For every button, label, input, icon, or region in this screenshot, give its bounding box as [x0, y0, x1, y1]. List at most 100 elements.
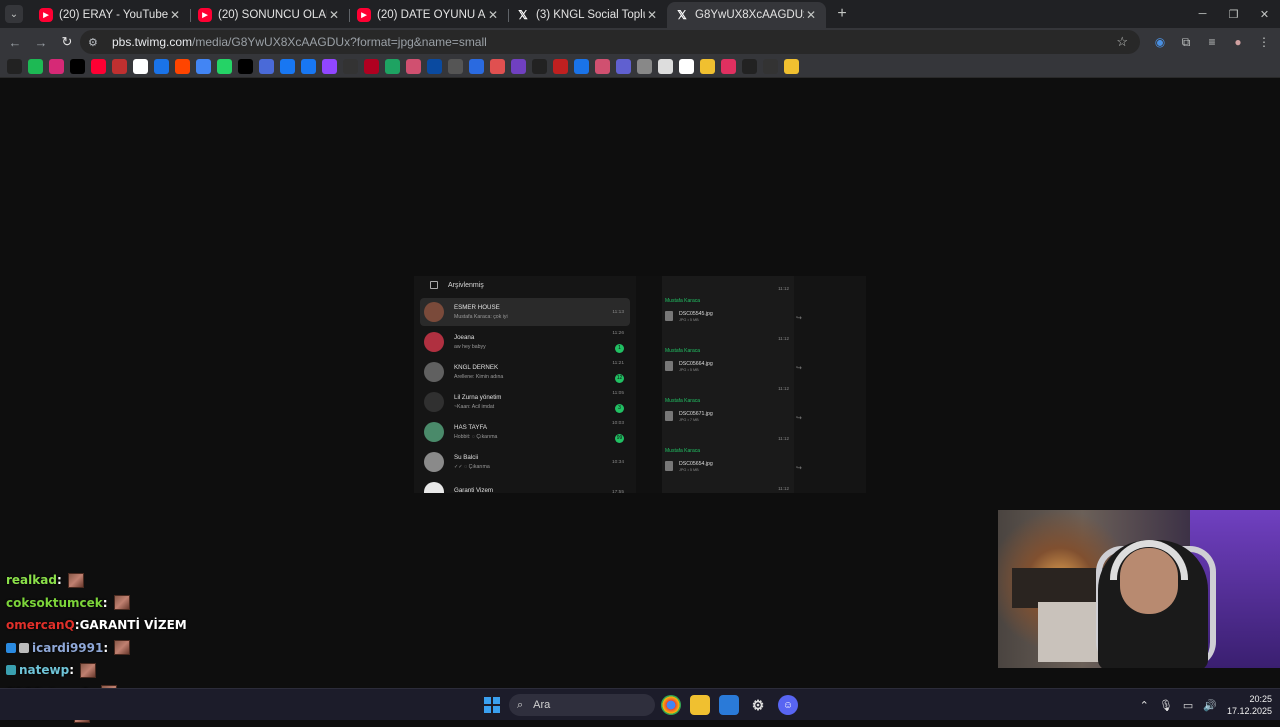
chrome-taskbar-icon[interactable]	[661, 695, 681, 715]
bookmark-icon[interactable]	[154, 59, 169, 74]
bookmark-icon[interactable]	[133, 59, 148, 74]
bookmark-icon[interactable]	[637, 59, 652, 74]
bookmark-icon[interactable]	[406, 59, 421, 74]
tab-1[interactable]: ▶ (20) ERAY - YouTube ✕	[31, 2, 190, 28]
forward-icon: ↪	[796, 465, 802, 472]
back-button[interactable]: ←	[3, 30, 27, 54]
bookmark-icon[interactable]	[448, 59, 463, 74]
bookmark-icon[interactable]	[259, 59, 274, 74]
close-tab-icon[interactable]: ✕	[804, 8, 818, 22]
close-tab-icon[interactable]: ✕	[168, 8, 182, 22]
tab-4[interactable]: 𝕏 (3) KNGL Social Topluluk / X✕	[508, 2, 667, 28]
file-icon	[665, 411, 673, 421]
taskbar-search[interactable]: ⌕ Ara	[509, 694, 655, 716]
site-info-icon[interactable]: ⚙	[88, 36, 102, 49]
profile-avatar[interactable]: ●	[1228, 30, 1248, 54]
bookmark-icon[interactable]	[91, 59, 106, 74]
bookmark-icon[interactable]	[238, 59, 253, 74]
bookmark-icon[interactable]	[721, 59, 736, 74]
forward-icon: ↪	[796, 365, 802, 372]
monitor-icon[interactable]: ▭	[1183, 699, 1193, 712]
x-icon: 𝕏	[518, 8, 528, 22]
photos-taskbar-icon[interactable]	[719, 695, 739, 715]
bookmark-icon[interactable]	[700, 59, 715, 74]
bookmark-icon[interactable]	[658, 59, 673, 74]
file-message: Mustafa Karaca DSC05671.jpg JPG • 7 MB 11:1…	[665, 398, 791, 441]
bookmark-icon[interactable]	[490, 59, 505, 74]
avatar	[424, 362, 444, 382]
close-tab-icon[interactable]: ✕	[645, 8, 659, 22]
address-bar[interactable]: ⚙ pbs.twimg.com/media/G8YwUX8XcAAGDUx?fo…	[80, 30, 1140, 54]
start-button[interactable]	[484, 697, 500, 713]
volume-icon[interactable]: 🔊	[1203, 699, 1217, 712]
bookmark-icon[interactable]	[679, 59, 694, 74]
bookmark-icon[interactable]	[217, 59, 232, 74]
microphone-icon[interactable]: 🎙	[1159, 699, 1173, 712]
message-time: 11:12	[778, 486, 789, 491]
chat-username: coksoktumcek	[6, 595, 103, 610]
bookmark-star-icon[interactable]: ☆	[1116, 34, 1128, 50]
new-tab-button[interactable]: +	[830, 5, 854, 23]
bookmark-icon[interactable]	[322, 59, 337, 74]
bookmark-icon[interactable]	[28, 59, 43, 74]
bookmark-icon[interactable]	[385, 59, 400, 74]
chat-name: Garanti Vizem	[454, 487, 494, 493]
bookmark-icon[interactable]	[364, 59, 379, 74]
bookmark-icon[interactable]	[532, 59, 547, 74]
bookmark-icon[interactable]	[175, 59, 190, 74]
more-menu-icon[interactable]: ⋮	[1254, 30, 1274, 54]
bookmark-icon[interactable]	[49, 59, 64, 74]
maximize-button[interactable]: ❐	[1218, 0, 1249, 28]
bookmark-icon[interactable]	[616, 59, 631, 74]
bookmark-icon[interactable]	[595, 59, 610, 74]
media-controls-icon[interactable]: ≡	[1202, 30, 1222, 54]
minimize-button[interactable]: ─	[1187, 0, 1218, 28]
tab-5[interactable]: 𝕏 G8YwUX8XcAAGDUx (680×326)✕	[667, 2, 826, 28]
file-message: Mustafa Karaca DSC05654.jpg JPG • 5 MB 11:1…	[665, 448, 791, 491]
tab-title: (20) ERAY - YouTube	[59, 9, 168, 21]
steam-taskbar-icon[interactable]: ⚙	[748, 695, 768, 715]
tab-2[interactable]: ▶ (20) SONUNCU OLAN İĞRENÇ✕	[190, 2, 349, 28]
unread-badge: 1	[615, 343, 624, 353]
bookmark-icon[interactable]	[469, 59, 484, 74]
bookmark-icon[interactable]	[112, 59, 127, 74]
tab-3[interactable]: ▶ (20) DATE OYUNU AMA GÖZ T✕	[349, 2, 508, 28]
bookmark-icon[interactable]	[196, 59, 211, 74]
unread-badge: 3	[615, 403, 624, 413]
avatar	[424, 422, 444, 442]
bookmark-icon[interactable]	[784, 59, 799, 74]
chevron-up-icon[interactable]: ⌃	[1140, 699, 1149, 712]
file-name: DSC05671.jpg	[679, 410, 713, 417]
bookmark-icon[interactable]	[427, 59, 442, 74]
clock[interactable]: 20:25 17.12.2025	[1227, 693, 1272, 717]
bookmark-icon[interactable]	[70, 59, 85, 74]
forward-button[interactable]: →	[29, 30, 53, 54]
bookmark-icon[interactable]	[280, 59, 295, 74]
bookmark-icon[interactable]	[763, 59, 778, 74]
bookmark-icon[interactable]	[7, 59, 22, 74]
chat-list-item: Lil Zurna yönetim ~Kaan: Acil imdat 11:05 3	[420, 388, 630, 416]
extension-icon[interactable]: ◉	[1150, 30, 1170, 54]
close-window-button[interactable]: ✕	[1249, 0, 1280, 28]
reload-icon: ↻	[61, 34, 73, 49]
discord-taskbar-icon[interactable]: ☺	[778, 695, 798, 715]
close-tab-icon[interactable]: ✕	[327, 8, 341, 22]
message-time: 11:12	[778, 436, 789, 441]
bookmark-icon[interactable]	[742, 59, 757, 74]
chat-time: 11:05	[612, 390, 624, 396]
message-column: Mustafa Karaca DSC05545.jpg JPG • 5 MB 11:1…	[662, 276, 794, 493]
file-explorer-taskbar-icon[interactable]	[690, 695, 710, 715]
bookmark-icon[interactable]	[511, 59, 526, 74]
forward-arrow-icon: →	[34, 34, 48, 50]
extensions-puzzle-icon[interactable]: ⧉	[1176, 30, 1196, 54]
url-host: pbs.twimg.com	[112, 35, 193, 49]
user-badge-icon	[6, 665, 16, 676]
reload-button[interactable]: ↻	[55, 30, 79, 54]
bookmark-icon[interactable]	[343, 59, 358, 74]
bookmark-icon[interactable]	[574, 59, 589, 74]
close-tab-icon[interactable]: ✕	[486, 8, 500, 22]
bookmark-icon[interactable]	[301, 59, 316, 74]
chat-name: Lil Zurna yönetim	[454, 394, 502, 401]
bookmark-icon[interactable]	[553, 59, 568, 74]
tab-search-button[interactable]: ⌄	[5, 5, 23, 23]
